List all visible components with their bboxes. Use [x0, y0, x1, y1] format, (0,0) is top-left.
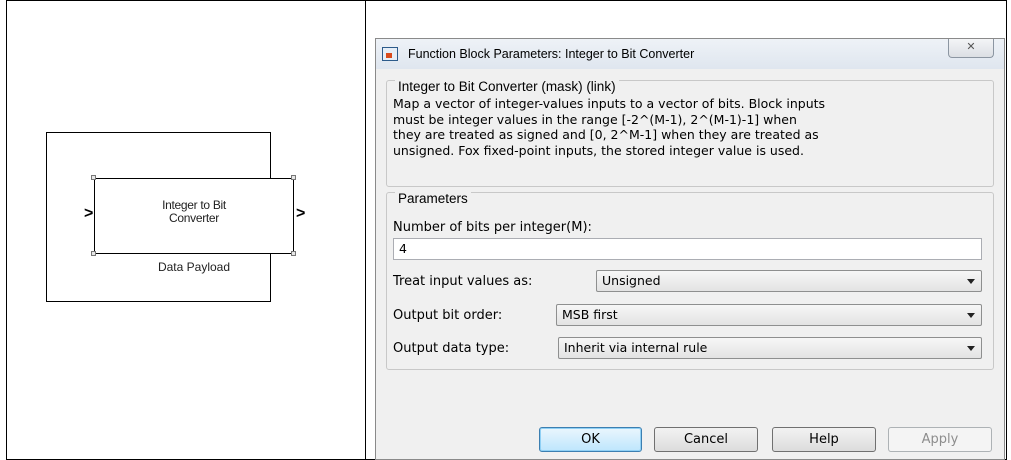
selection-handle-tr[interactable] — [291, 175, 296, 180]
selection-handle-bl[interactable] — [91, 251, 96, 256]
close-button[interactable]: ✕ — [948, 39, 994, 58]
output-bit-order-select[interactable]: MSB first — [556, 304, 982, 326]
input-port[interactable]: > — [84, 205, 93, 223]
selection-handle-tl[interactable] — [91, 175, 96, 180]
apply-button[interactable]: Apply — [888, 427, 992, 452]
chevron-down-icon — [967, 346, 975, 351]
selection-handle-br[interactable] — [291, 251, 296, 256]
parameters-group-title: Parameters — [395, 191, 471, 206]
bits-per-integer-input[interactable]: 4 — [393, 238, 982, 260]
description-line: they are treated as signed and [0, 2^M-1… — [393, 127, 819, 142]
chevron-down-icon — [967, 313, 975, 318]
description-line: unsigned. Fox fixed-point inputs, the st… — [393, 142, 804, 158]
bits-per-integer-label: Number of bits per integer(M): — [393, 220, 592, 235]
mask-group-title: Integer to Bit Converter (mask) (link) — [395, 79, 619, 94]
output-bit-order-value: MSB first — [562, 307, 618, 322]
output-bit-order-label: Output bit order: — [393, 308, 503, 323]
description-line: Map a vector of integer-values inputs to… — [393, 96, 826, 111]
output-data-type-label: Output data type: — [393, 341, 510, 356]
block-label: Integer to Bit Converter — [94, 199, 294, 225]
output-data-type-select[interactable]: Inherit via internal rule — [558, 337, 982, 359]
simulink-icon — [382, 47, 398, 61]
output-data-type-value: Inherit via internal rule — [564, 340, 708, 355]
help-button[interactable]: Help — [772, 427, 876, 452]
treat-input-label: Treat input values as: — [393, 274, 533, 289]
dialog-titlebar[interactable]: Function Block Parameters: Integer to Bi… — [376, 39, 1004, 69]
table-column-divider — [365, 0, 366, 460]
treat-input-select[interactable]: Unsigned — [596, 270, 982, 292]
chevron-down-icon — [967, 279, 975, 284]
dialog-title: Function Block Parameters: Integer to Bi… — [408, 47, 695, 61]
treat-input-value: Unsigned — [602, 273, 661, 288]
block-label-line2: Converter — [169, 211, 219, 225]
block-description: Map a vector of integer-values inputs to… — [393, 96, 983, 158]
ok-button[interactable]: OK — [539, 427, 642, 452]
cancel-button[interactable]: Cancel — [654, 427, 758, 452]
function-block-parameters-dialog: Function Block Parameters: Integer to Bi… — [375, 38, 1005, 460]
block-name[interactable]: Data Payload — [94, 260, 294, 274]
output-port[interactable]: > — [296, 205, 305, 223]
description-line: must be integer values in the range [-2^… — [393, 111, 797, 127]
